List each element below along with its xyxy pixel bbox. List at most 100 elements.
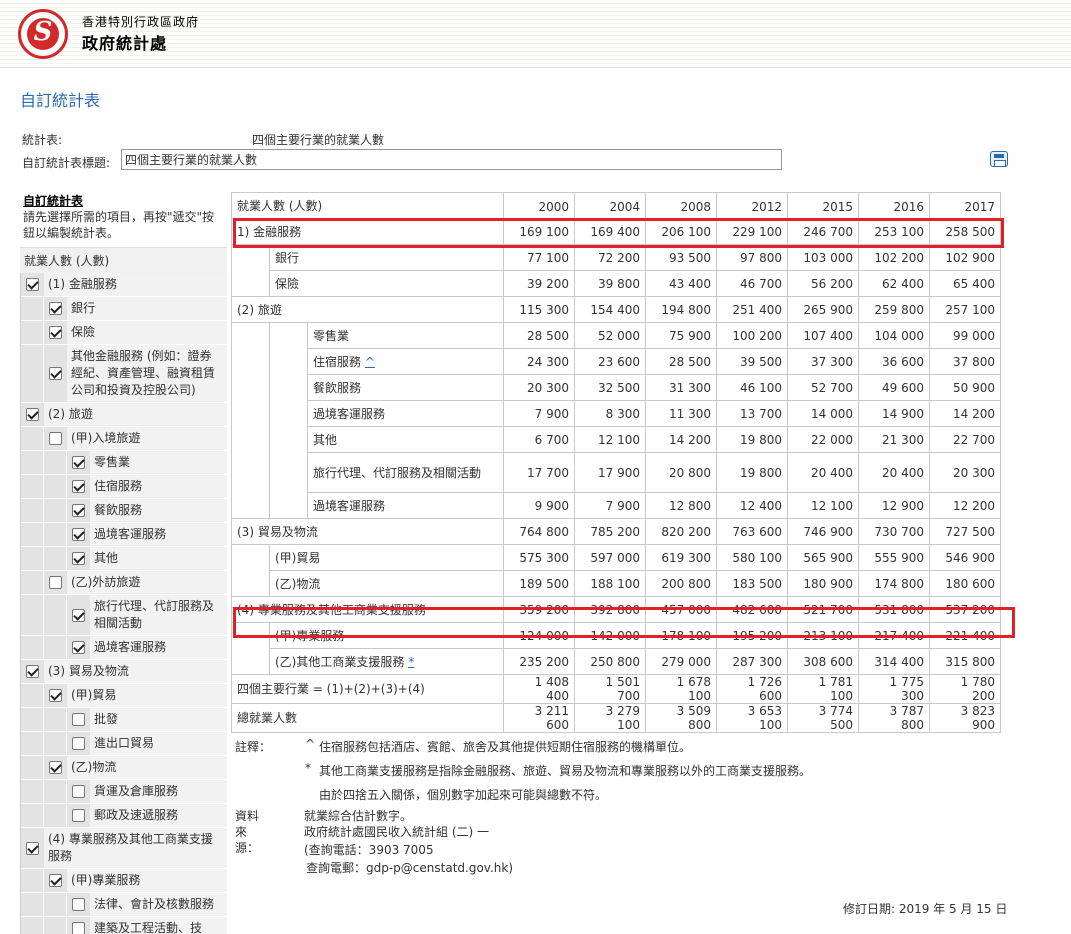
selection-item[interactable]: (4) 專業服務及其他工商業支援服務 bbox=[21, 828, 227, 869]
footnote-link[interactable]: ^ bbox=[365, 355, 375, 369]
selection-checkbox[interactable] bbox=[26, 408, 39, 421]
selection-checkbox[interactable] bbox=[72, 528, 85, 541]
value-cell: 14 200 bbox=[929, 400, 1001, 427]
selection-item[interactable]: 住宿服務 bbox=[21, 475, 227, 499]
selection-checkbox[interactable] bbox=[72, 641, 85, 654]
value-cell: 107 400 bbox=[787, 322, 859, 349]
selection-item[interactable]: 貨運及倉庫服務 bbox=[21, 780, 227, 804]
selection-checkbox[interactable] bbox=[72, 504, 85, 517]
printer-icon[interactable] bbox=[990, 151, 1008, 167]
selection-item[interactable]: 進出口貿易 bbox=[21, 732, 227, 756]
footnote-link[interactable]: * bbox=[408, 655, 414, 669]
selection-item[interactable]: 過境客運服務 bbox=[21, 636, 227, 660]
indent-cell bbox=[231, 648, 270, 675]
value-cell: 65 400 bbox=[929, 270, 1001, 297]
tree-indent bbox=[44, 451, 67, 474]
selection-item[interactable]: 餐飲服務 bbox=[21, 499, 227, 523]
selection-checkbox[interactable] bbox=[49, 576, 62, 589]
value-cell: 17 900 bbox=[574, 452, 646, 493]
selection-checkbox[interactable] bbox=[72, 456, 85, 469]
selection-item[interactable]: 銀行 bbox=[21, 297, 227, 321]
selection-item[interactable]: (甲)貿易 bbox=[21, 684, 227, 708]
value-cell: 3 823 900 bbox=[929, 703, 1001, 733]
value-cell: 20 300 bbox=[503, 374, 575, 401]
selection-item[interactable]: 建築及工程活動、技 bbox=[21, 917, 227, 934]
selection-checkbox[interactable] bbox=[49, 761, 62, 774]
csd-logo-icon[interactable]: S bbox=[18, 9, 68, 59]
value-cell: 565 900 bbox=[787, 544, 859, 571]
indent-cell bbox=[231, 400, 270, 427]
selection-checkbox[interactable] bbox=[72, 480, 85, 493]
selection-checkbox[interactable] bbox=[72, 552, 85, 565]
selection-checkbox[interactable] bbox=[49, 367, 62, 380]
value-cell: 206 100 bbox=[645, 218, 717, 245]
selection-checkbox[interactable] bbox=[72, 785, 85, 798]
table-row: 過境客運服務 7 900 8 300 11 300 13 700 14 000 14 900… bbox=[231, 400, 1001, 427]
selection-checkbox[interactable] bbox=[26, 841, 39, 855]
value-cell: 1 726 600 bbox=[716, 674, 788, 704]
value-cell: 3 279 100 bbox=[574, 703, 646, 733]
tree-indent bbox=[21, 595, 44, 635]
custom-title-label: 自訂統計表標題: bbox=[22, 156, 111, 170]
indent-cell bbox=[231, 544, 270, 571]
value-cell: 56 200 bbox=[787, 270, 859, 297]
selection-item[interactable]: 旅行代理、代訂服務及相關活動 bbox=[21, 595, 227, 636]
selection-item[interactable]: (1) 金融服務 bbox=[21, 273, 227, 297]
year-header: 2016 bbox=[858, 192, 930, 219]
selection-item[interactable]: (2) 旅遊 bbox=[21, 403, 227, 427]
selection-item[interactable]: 保險 bbox=[21, 321, 227, 345]
table-row: (2) 旅遊 115 300 154 400 194 800 251 400 265 90… bbox=[231, 296, 1001, 323]
selection-item[interactable]: 法律、會計及核數服務 bbox=[21, 893, 227, 917]
row-label-text: 過境客運服務 bbox=[313, 498, 386, 513]
selection-checkbox[interactable] bbox=[49, 874, 62, 887]
selection-item[interactable]: 批發 bbox=[21, 708, 227, 732]
tree-indent bbox=[44, 595, 67, 635]
value-cell: 188 100 bbox=[574, 570, 646, 597]
value-cell: 11 300 bbox=[645, 400, 717, 427]
selection-item-label: (3) 貿易及物流 bbox=[44, 660, 227, 683]
selection-checkbox[interactable] bbox=[26, 665, 39, 678]
selection-item[interactable]: (甲)專業服務 bbox=[21, 869, 227, 893]
value-cell: 37 800 bbox=[929, 348, 1001, 375]
value-cell: 3 211 600 bbox=[503, 703, 575, 733]
selection-item[interactable]: (甲)入境旅遊 bbox=[21, 427, 227, 451]
selection-item[interactable]: 其他金融服務 (例如：證券經紀、資產管理、融資租賃公司和投資及控股公司) bbox=[21, 345, 227, 403]
dept-title[interactable]: 政府統計處 bbox=[82, 30, 167, 54]
selection-item[interactable]: 過境客運服務 bbox=[21, 523, 227, 547]
selection-item-label: 餐飲服務 bbox=[90, 499, 227, 522]
checkbox-cell bbox=[44, 756, 67, 779]
selection-checkbox[interactable] bbox=[49, 689, 62, 702]
table-label: 統計表: bbox=[22, 133, 63, 147]
value-cell: 31 300 bbox=[645, 374, 717, 401]
selection-checkbox[interactable] bbox=[49, 432, 62, 445]
tree-indent bbox=[21, 499, 44, 522]
selection-checkbox[interactable] bbox=[72, 608, 85, 622]
custom-title-input[interactable] bbox=[121, 149, 782, 170]
selection-item-label: 法律、會計及核數服務 bbox=[90, 893, 227, 916]
selection-checkbox[interactable] bbox=[49, 326, 62, 339]
selection-item[interactable]: 其他 bbox=[21, 547, 227, 571]
selection-item-label: 建築及工程活動、技 bbox=[90, 917, 227, 934]
checkbox-cell bbox=[44, 427, 67, 450]
row-label-text: 其他 bbox=[313, 432, 338, 447]
selection-item[interactable]: 零售業 bbox=[21, 451, 227, 475]
selection-item-label: (2) 旅遊 bbox=[44, 403, 227, 426]
value-cell: 39 500 bbox=[716, 348, 788, 375]
selection-item[interactable]: (乙)外訪旅遊 bbox=[21, 571, 227, 595]
selection-item[interactable]: (乙)物流 bbox=[21, 756, 227, 780]
selection-checkbox[interactable] bbox=[72, 713, 85, 726]
row-label: (3) 貿易及物流 bbox=[231, 518, 504, 545]
row-label: 1) 金融服務 bbox=[231, 218, 504, 245]
selection-checkbox[interactable] bbox=[72, 922, 85, 934]
selection-checkbox[interactable] bbox=[49, 302, 62, 315]
table-row: 總就業人數 3 211 600 3 279 100 3 509 800 3 653 10… bbox=[231, 703, 1001, 733]
selection-checkbox[interactable] bbox=[72, 809, 85, 822]
value-cell: 14 900 bbox=[858, 400, 930, 427]
tree-indent bbox=[21, 321, 44, 344]
selection-checkbox[interactable] bbox=[72, 898, 85, 911]
selection-checkbox[interactable] bbox=[72, 737, 85, 750]
selection-item[interactable]: (3) 貿易及物流 bbox=[21, 660, 227, 684]
checkbox-cell bbox=[67, 451, 90, 474]
selection-item[interactable]: 郵政及速遞服務 bbox=[21, 804, 227, 828]
selection-checkbox[interactable] bbox=[26, 278, 39, 291]
